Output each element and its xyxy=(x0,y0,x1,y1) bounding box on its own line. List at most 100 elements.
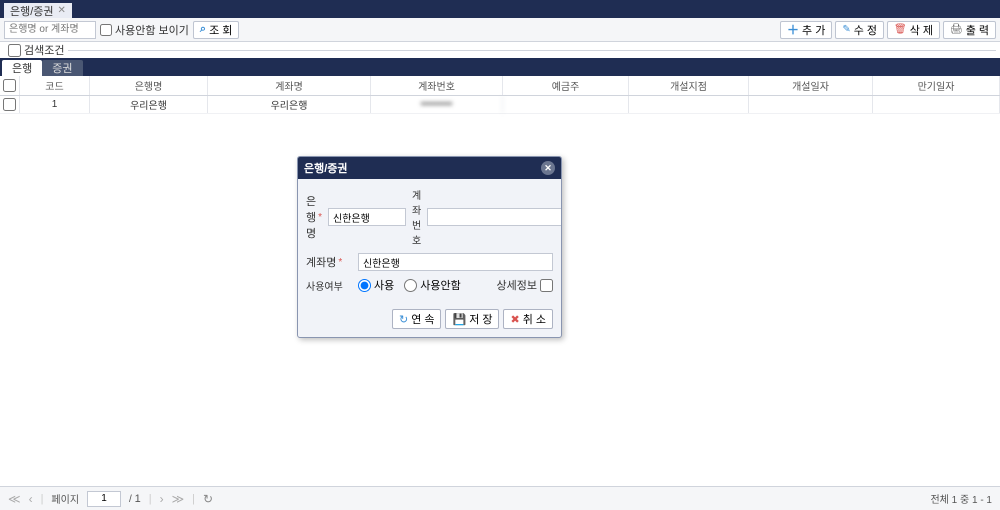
tab-bank-label: 은행 xyxy=(12,60,32,76)
close-icon[interactable]: ✕ xyxy=(541,161,555,175)
modal-title: 은행/증권 xyxy=(304,160,348,176)
col-acctno[interactable]: 계좌번호 xyxy=(371,76,503,95)
continue-button[interactable]: ↻연 속 xyxy=(392,309,442,329)
row-bank: 우리은행 xyxy=(90,96,208,113)
page-first-icon[interactable]: ≪ xyxy=(8,492,21,506)
nouse-radio-label: 사용안함 xyxy=(420,277,460,293)
criteria-checkbox[interactable] xyxy=(8,44,21,57)
useyn-label: 사용여부 xyxy=(306,278,352,293)
row-code: 1 xyxy=(20,96,90,113)
nouse-radio[interactable]: 사용안함 xyxy=(404,277,460,293)
edit-button-label: 수 정 xyxy=(854,22,877,38)
search-button-label: 조 회 xyxy=(209,22,232,38)
page-next-icon[interactable]: › xyxy=(160,492,164,506)
bank-label: 은행명* xyxy=(306,193,322,241)
printer-icon: 🖨 xyxy=(950,24,963,35)
separator: | xyxy=(149,493,152,505)
row-opendate xyxy=(749,96,873,113)
grid-header: 코드 은행명 계좌명 계좌번호 예금주 개설지점 개설일자 만기일자 xyxy=(0,76,1000,96)
separator: | xyxy=(41,493,44,505)
row-expdate xyxy=(873,96,1000,113)
hide-unused-checkbox[interactable]: 사용안함 보이기 xyxy=(100,22,189,38)
row-check[interactable] xyxy=(0,96,20,113)
row-acctno: ••••••••• xyxy=(371,96,503,113)
page-total: 1 xyxy=(135,493,141,505)
col-expdate[interactable]: 만기일자 xyxy=(873,76,1000,95)
page-info: 전체 1 중 1 - 1 xyxy=(930,491,992,506)
modal-dialog: 은행/증권 ✕ 은행명* 계좌번호 계좌명* 사용여부 사용 사용안함 상세정보… xyxy=(297,156,562,338)
search-button[interactable]: ⌕ 조 회 xyxy=(193,21,239,39)
acctname-label: 계좌명* xyxy=(306,254,352,270)
use-radio[interactable]: 사용 xyxy=(358,277,394,293)
col-acctname[interactable]: 계좌명 xyxy=(208,76,371,95)
cancel-button-label: 취 소 xyxy=(523,311,546,327)
cancel-icon: ✖ xyxy=(510,313,519,326)
tab-securities[interactable]: 증권 xyxy=(42,60,82,76)
search-input[interactable] xyxy=(4,21,96,39)
continue-icon: ↻ xyxy=(399,313,408,326)
delete-button[interactable]: 🗑삭 제 xyxy=(887,21,940,39)
tab-securities-label: 증권 xyxy=(52,60,72,76)
acctno-input[interactable] xyxy=(427,208,562,226)
page-of: / 1 xyxy=(129,493,141,505)
col-opendate[interactable]: 개설일자 xyxy=(749,76,873,95)
page-label: 페이지 xyxy=(51,491,79,506)
grid: 코드 은행명 계좌명 계좌번호 예금주 개설지점 개설일자 만기일자 1 우리은… xyxy=(0,76,1000,114)
col-check[interactable] xyxy=(0,76,20,95)
pencil-icon: ✎ xyxy=(842,24,850,35)
detail-label: 상세정보 xyxy=(497,277,537,293)
bank-input[interactable] xyxy=(328,208,406,226)
row-checkbox[interactable] xyxy=(3,98,16,111)
app-tab-label: 은행/증권 xyxy=(10,3,54,19)
delete-button-label: 삭 제 xyxy=(910,22,933,38)
col-bank[interactable]: 은행명 xyxy=(90,76,208,95)
row-acctname: 우리은행 xyxy=(208,96,371,113)
app-tab[interactable]: 은행/증권 ✕ xyxy=(4,3,72,18)
modal-footer: ↻연 속 💾저 장 ✖ 취 소 xyxy=(298,303,561,337)
hide-unused-label: 사용안함 보이기 xyxy=(115,22,189,38)
search-criteria-fieldset: 검색조건 xyxy=(4,42,996,58)
acctno-label: 계좌번호 xyxy=(412,187,421,247)
cancel-button[interactable]: ✖ 취 소 xyxy=(503,309,553,329)
detail-checkbox[interactable] xyxy=(540,279,553,292)
required-icon: * xyxy=(338,257,342,268)
use-radio-input[interactable] xyxy=(358,279,371,292)
tab-bank[interactable]: 은행 xyxy=(2,60,42,76)
close-icon[interactable]: ✕ xyxy=(58,5,66,16)
bank-label-text: 은행명 xyxy=(306,193,316,241)
save-icon: 💾 xyxy=(452,313,466,326)
search-criteria-legend[interactable]: 검색조건 xyxy=(4,42,68,58)
detail-toggle[interactable]: 상세정보 xyxy=(497,277,553,293)
modal-header[interactable]: 은행/증권 ✕ xyxy=(298,157,561,179)
page-input[interactable] xyxy=(87,491,121,507)
criteria-label: 검색조건 xyxy=(24,42,64,58)
required-icon: * xyxy=(318,212,322,223)
col-branch[interactable]: 개설지점 xyxy=(629,76,749,95)
paging-bar: ≪ ‹ | 페이지 / 1 | › ≫ | ↻ 전체 1 중 1 - 1 xyxy=(0,486,1000,510)
col-holder[interactable]: 예금주 xyxy=(503,76,629,95)
col-code[interactable]: 코드 xyxy=(20,76,90,95)
save-button[interactable]: 💾저 장 xyxy=(445,309,499,329)
add-button-label: 추 가 xyxy=(802,22,825,38)
app-header: 은행/증권 ✕ xyxy=(0,0,1000,18)
refresh-icon[interactable]: ↻ xyxy=(203,492,213,506)
add-button[interactable]: ＋추 가 xyxy=(780,21,832,39)
toolbar: 사용안함 보이기 ⌕ 조 회 ＋추 가 ✎ 수 정 🗑삭 제 🖨출 력 xyxy=(0,18,1000,42)
table-row[interactable]: 1 우리은행 우리은행 ••••••••• xyxy=(0,96,1000,114)
hide-unused-checkbox-box[interactable] xyxy=(100,24,112,36)
search-icon: ⌕ xyxy=(200,23,206,36)
modal-body: 은행명* 계좌번호 계좌명* 사용여부 사용 사용안함 상세정보 xyxy=(298,179,561,303)
edit-button[interactable]: ✎ 수 정 xyxy=(835,21,884,39)
check-all[interactable] xyxy=(3,79,16,92)
plus-icon: ＋ xyxy=(787,21,799,38)
acctname-input[interactable] xyxy=(358,253,553,271)
useyn-radio-group: 사용 사용안함 xyxy=(358,277,461,293)
nouse-radio-input[interactable] xyxy=(404,279,417,292)
row-holder xyxy=(503,96,629,113)
use-radio-label: 사용 xyxy=(374,277,394,293)
sub-tabs: 은행 증권 xyxy=(0,58,1000,76)
row-branch xyxy=(629,96,749,113)
page-last-icon[interactable]: ≫ xyxy=(172,492,185,506)
print-button[interactable]: 🖨출 력 xyxy=(943,21,996,39)
page-prev-icon[interactable]: ‹ xyxy=(29,492,33,506)
